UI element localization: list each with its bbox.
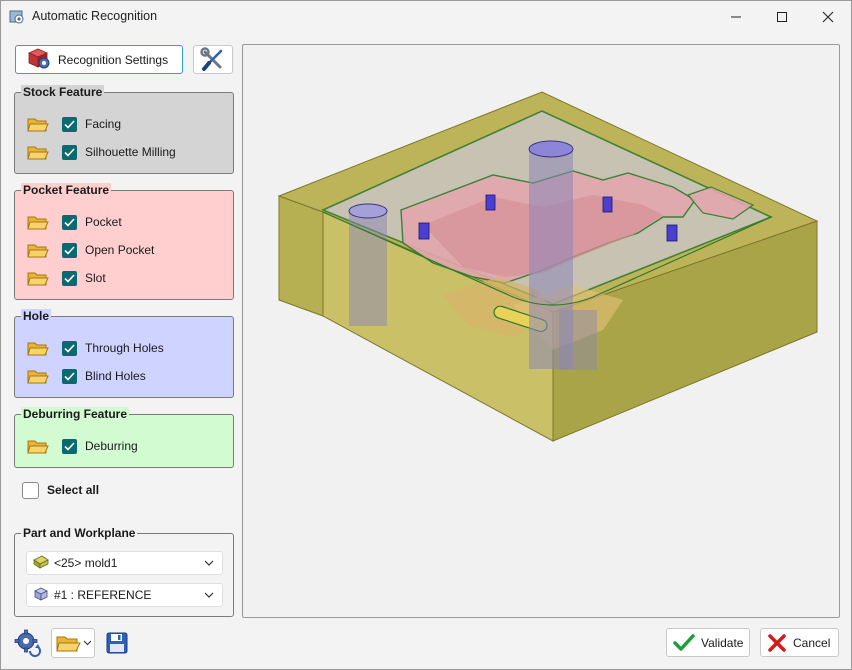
recognition-settings-label: Recognition Settings: [58, 52, 169, 67]
part-workplane-title: Part and Workplane: [21, 526, 138, 540]
pocket-row[interactable]: Pocket: [27, 212, 122, 232]
checkmark-icon: [673, 633, 695, 651]
select-all-checkbox[interactable]: [22, 481, 39, 499]
title-bar: Automatic Recognition: [1, 1, 851, 32]
chevron-down-icon: [204, 592, 214, 598]
maximize-icon: [777, 11, 787, 22]
folder-icon[interactable]: [27, 212, 49, 232]
through-holes-checkbox[interactable]: [62, 340, 77, 356]
through-holes-row[interactable]: Through Holes: [27, 338, 164, 358]
blind-holes-label: Blind Holes: [85, 369, 146, 383]
blind-holes-checkbox[interactable]: [62, 368, 77, 384]
select-all-row[interactable]: Select all: [22, 480, 99, 500]
cancel-label: Cancel: [793, 635, 831, 650]
folder-icon[interactable]: [27, 268, 49, 288]
cancel-button[interactable]: Cancel: [760, 628, 839, 657]
maximize-button[interactable]: [759, 1, 805, 32]
folder-icon[interactable]: [27, 338, 49, 358]
workplane-value: #1 : REFERENCE: [54, 588, 152, 602]
folder-icon[interactable]: [27, 114, 49, 134]
folder-icon[interactable]: [27, 366, 49, 386]
window-title: Automatic Recognition: [32, 9, 158, 23]
pocket-label: Pocket: [85, 215, 122, 229]
workplane-select[interactable]: #1 : REFERENCE: [26, 583, 223, 607]
close-button[interactable]: [805, 1, 851, 32]
slot-checkbox[interactable]: [62, 270, 77, 286]
part-value: <25> mold1: [54, 556, 118, 570]
deburring-label: Deburring: [85, 439, 138, 453]
folder-icon[interactable]: [27, 142, 49, 162]
settings-gear-button[interactable]: [13, 628, 43, 658]
folder-icon[interactable]: [27, 240, 49, 260]
open-pocket-label: Open Pocket: [85, 243, 155, 257]
minimize-button[interactable]: [713, 1, 759, 32]
pocket-feature-group: Pocket Feature Pocket Open Pocket Slot: [14, 183, 234, 300]
facing-label: Facing: [85, 117, 122, 131]
facing-row[interactable]: Facing: [27, 114, 121, 134]
stock-feature-group: Stock Feature Facing Silhouette Milling: [14, 85, 234, 174]
part-icon: [33, 555, 49, 572]
facing-checkbox[interactable]: [62, 116, 77, 132]
cancel-x-icon: [768, 633, 786, 652]
stock-feature-title: Stock Feature: [21, 85, 105, 99]
folder-open-icon: [55, 636, 81, 652]
open-pocket-row[interactable]: Open Pocket: [27, 240, 154, 260]
deburring-feature-title: Deburring Feature: [21, 407, 130, 421]
deburring-feature-group: Deburring Feature Deburring: [14, 407, 234, 468]
slot-row[interactable]: Slot: [27, 268, 106, 288]
open-folder-dropdown[interactable]: [51, 628, 95, 658]
deburring-row[interactable]: Deburring: [27, 436, 138, 456]
wrench-screwdriver-icon: [200, 46, 223, 71]
deburring-checkbox[interactable]: [62, 438, 77, 454]
gear-icon: [14, 629, 41, 657]
workplane-icon: [33, 586, 49, 605]
recognition-settings-button[interactable]: Recognition Settings: [15, 45, 183, 74]
folder-icon[interactable]: [27, 436, 49, 456]
pocket-feature-title: Pocket Feature: [21, 183, 112, 197]
3d-viewport[interactable]: [242, 44, 840, 618]
silhouette-milling-row[interactable]: Silhouette Milling: [27, 142, 176, 162]
automatic-recognition-window: Automatic Recognition Recognition Settin…: [0, 0, 852, 670]
close-icon: [822, 11, 834, 22]
validate-label: Validate: [701, 635, 744, 650]
chevron-down-icon: [83, 640, 91, 646]
hole-title: Hole: [21, 309, 52, 323]
blind-holes-row[interactable]: Blind Holes: [27, 366, 146, 386]
validate-button[interactable]: Validate: [666, 628, 750, 657]
minimize-icon: [731, 16, 741, 17]
open-pocket-checkbox[interactable]: [62, 242, 77, 258]
silhouette-milling-checkbox[interactable]: [62, 144, 77, 160]
hole-group: Hole Through Holes Blind Holes: [14, 309, 234, 398]
app-icon: [9, 9, 25, 25]
silhouette-milling-label: Silhouette Milling: [85, 145, 176, 159]
save-button[interactable]: [103, 628, 131, 658]
pocket-checkbox[interactable]: [62, 214, 77, 230]
select-all-label: Select all: [47, 483, 100, 497]
save-disk-icon: [106, 632, 128, 654]
chevron-down-icon: [204, 560, 214, 566]
settings-cube-icon: [26, 46, 52, 73]
slot-label: Slot: [85, 271, 106, 285]
tools-button[interactable]: [193, 45, 233, 74]
part-select[interactable]: <25> mold1: [26, 551, 223, 575]
mold-3d-model: [277, 91, 819, 442]
through-holes-label: Through Holes: [85, 341, 164, 355]
